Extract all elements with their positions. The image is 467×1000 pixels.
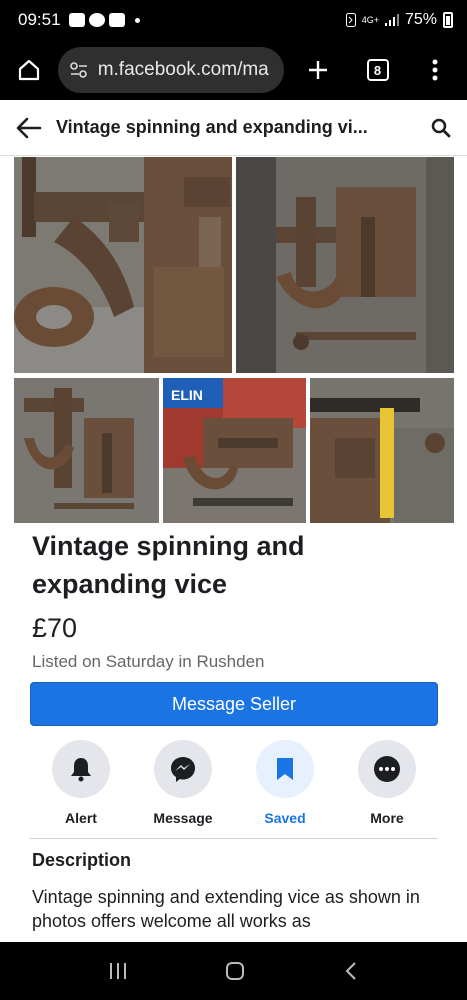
plus-icon (308, 61, 327, 79)
listing-meta: Listed on Saturday in Rushden (32, 652, 265, 671)
status-bar: 09:51 4G+ 75% (0, 0, 467, 40)
listing-photo-5[interactable] (310, 378, 454, 523)
url-text: m.facebook.com/ma (97, 59, 269, 80)
recents-button[interactable] (110, 963, 127, 979)
home-nav-button[interactable] (226, 962, 245, 980)
bell-icon (71, 758, 91, 782)
signal-icon (384, 14, 399, 26)
more-label: More (370, 810, 404, 826)
listing-details: Vintage spinning and expanding vice £70 … (32, 527, 442, 672)
kebab-menu-icon (432, 59, 438, 81)
message-label: Message (153, 810, 213, 826)
listing-header: Vintage spinning and expanding vi... (0, 100, 467, 156)
listing-price: £70 (32, 613, 78, 643)
alert-label: Alert (65, 810, 97, 826)
listing-title: Vintage spinning and expanding vice (32, 531, 305, 599)
message-seller-button[interactable]: Message Seller (30, 682, 438, 726)
description-heading: Description (32, 850, 132, 870)
tab-count: 8 (366, 59, 389, 81)
notification-icons (68, 13, 140, 27)
browser-menu-button[interactable] (413, 48, 457, 92)
alert-action[interactable]: Alert (50, 740, 112, 830)
photo-brand-text: ELIN (171, 387, 203, 403)
message-action[interactable]: Message (152, 740, 214, 830)
search-icon[interactable] (431, 118, 451, 138)
divider (30, 838, 438, 839)
tabs-button[interactable]: 8 (356, 48, 400, 92)
listing-photo-2[interactable] (236, 157, 454, 373)
home-icon (18, 59, 39, 81)
saved-label: Saved (264, 810, 306, 826)
address-bar[interactable]: m.facebook.com/ma (57, 47, 285, 93)
network-type: 4G+ (361, 14, 379, 25)
listing-photo-4[interactable]: ELIN (163, 378, 306, 523)
system-nav-bar (0, 942, 467, 1000)
battery-percent: 75% (404, 11, 437, 28)
browser-toolbar: m.facebook.com/ma 8 (0, 40, 467, 100)
status-right: 4G+ 75% (345, 11, 453, 29)
new-tab-button[interactable] (296, 48, 340, 92)
messenger-notification-icon (88, 13, 105, 27)
header-title: Vintage spinning and expanding vi... (56, 117, 368, 137)
more-action[interactable]: More (356, 740, 418, 830)
saved-action[interactable]: Saved (254, 740, 316, 830)
back-nav-icon[interactable] (345, 961, 357, 981)
site-settings-icon (69, 62, 87, 78)
messenger-icon (171, 757, 195, 782)
listing-photo-3[interactable] (14, 378, 159, 523)
more-notifications-dot (134, 17, 140, 23)
listing-photo-1[interactable] (14, 157, 232, 373)
home-button[interactable] (10, 51, 48, 89)
battery-icon (443, 12, 453, 28)
bookmark-icon (277, 758, 293, 780)
status-time: 09:51 (18, 10, 61, 29)
more-icon (374, 756, 400, 782)
photo-gallery: ELIN (14, 157, 454, 523)
gallery-icon (68, 13, 85, 27)
action-row: Alert Message Saved More (30, 740, 438, 830)
nfc-icon (345, 13, 356, 27)
youtube-icon (108, 13, 125, 27)
back-arrow-icon[interactable] (16, 117, 42, 139)
